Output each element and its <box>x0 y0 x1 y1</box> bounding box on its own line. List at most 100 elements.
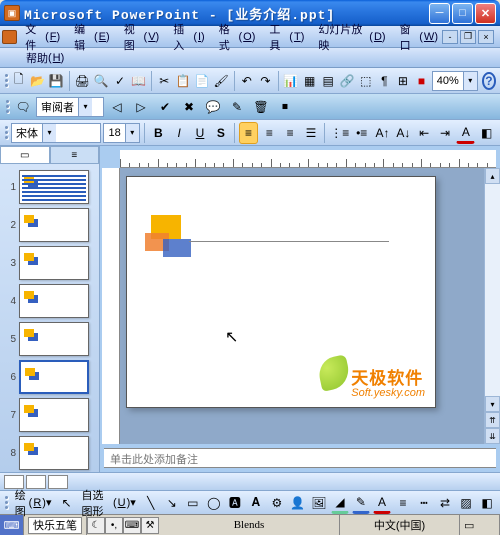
autoshapes-menu[interactable]: 自选图形(U)▾ <box>78 486 138 520</box>
scroll-up-button[interactable]: ▴ <box>485 168 500 184</box>
thumbnail-row[interactable]: 2 <box>4 208 95 242</box>
distributed-button[interactable]: ☰ <box>302 122 321 144</box>
line-color-tool[interactable]: ✎ <box>352 492 370 514</box>
thumbnail-row[interactable]: 1 <box>4 170 95 204</box>
tab-outline[interactable]: ≡ <box>50 146 100 163</box>
help-icon[interactable]: ? <box>482 72 496 90</box>
redo-button[interactable]: ↷ <box>257 70 274 92</box>
spellcheck-button[interactable]: ✓ <box>112 70 129 92</box>
delete-comment-button[interactable]: 🗑 <box>250 96 272 118</box>
decrease-indent-button[interactable]: ⇤ <box>415 122 434 144</box>
menu-slideshow[interactable]: 幻灯片放映(D) <box>314 19 389 55</box>
research-button[interactable]: 📖 <box>130 70 147 92</box>
thumbnail-row[interactable]: 6 <box>4 360 95 394</box>
edit-comment-button[interactable]: ✎ <box>226 96 248 118</box>
show-formatting-button[interactable]: ¶ <box>376 70 393 92</box>
diagram-tool[interactable]: ⚙ <box>268 492 286 514</box>
toolbar-grip[interactable] <box>4 70 8 92</box>
color-button[interactable]: ■ <box>413 70 430 92</box>
ime-punct-icon[interactable]: •, <box>105 517 123 534</box>
ime-name[interactable]: 快乐五笔 <box>28 517 82 534</box>
copy-button[interactable]: 📋 <box>175 70 192 92</box>
shadow-button[interactable]: S <box>211 122 230 144</box>
dash-style-tool[interactable]: ┅ <box>415 492 433 514</box>
thumbnail[interactable] <box>19 436 89 470</box>
menu-format[interactable]: 格式(O) <box>215 19 260 55</box>
wordart-tool[interactable]: 𝐀 <box>247 492 265 514</box>
align-right-button[interactable]: ≡ <box>281 122 300 144</box>
thumbnail[interactable] <box>19 284 89 318</box>
font-size-combo[interactable]: 18▾ <box>103 123 140 143</box>
cut-button[interactable]: ✂ <box>156 70 173 92</box>
tab-slides[interactable]: ▭ <box>0 146 50 163</box>
thumbnail-row[interactable]: 5 <box>4 322 95 356</box>
close-button[interactable]: ✕ <box>475 3 496 24</box>
thumbnail-row[interactable]: 4 <box>4 284 95 318</box>
print-preview-button[interactable]: 🔍 <box>93 70 110 92</box>
document-icon[interactable] <box>2 30 17 44</box>
format-painter-button[interactable]: 🖌 <box>213 70 230 92</box>
decrease-font-button[interactable]: A↓ <box>394 122 413 144</box>
notes-pane[interactable]: 单击此处添加备注 <box>104 448 496 468</box>
scroll-down-button[interactable]: ▾ <box>485 396 500 412</box>
reject-button[interactable]: ✖ <box>178 96 200 118</box>
save-button[interactable]: 💾 <box>48 70 65 92</box>
arrow-style-tool[interactable]: ⇄ <box>436 492 454 514</box>
reviewers-combo[interactable]: 审阅者▾ <box>36 97 104 117</box>
slide-area[interactable]: ↖ 天极软件 Soft.yesky.com <box>120 168 484 444</box>
horizontal-ruler[interactable] <box>120 150 496 168</box>
menu-edit[interactable]: 编辑(E) <box>70 19 114 55</box>
new-button[interactable]: 🗋 <box>10 70 27 92</box>
next-slide-button[interactable]: ⇊ <box>485 428 500 444</box>
thumbnail-row[interactable]: 8 <box>4 436 95 470</box>
font-color-tool[interactable]: A <box>373 492 391 514</box>
thumbnail[interactable] <box>19 398 89 432</box>
underline-button[interactable]: U <box>191 122 210 144</box>
prev-slide-button[interactable]: ⇈ <box>485 412 500 428</box>
menu-view[interactable]: 视图(V) <box>120 19 164 55</box>
expand-button[interactable]: ⬚ <box>357 70 374 92</box>
vertical-scrollbar[interactable]: ▴ ▾ ⇈ ⇊ <box>484 168 500 444</box>
ime-settings-icon[interactable]: ⚒ <box>141 517 159 534</box>
shadow-tool[interactable]: ▨ <box>457 492 475 514</box>
line-tool[interactable]: ╲ <box>142 492 160 514</box>
align-center-button[interactable]: ≡ <box>260 122 279 144</box>
show-markup-button[interactable]: 🗨 <box>12 96 34 118</box>
font-name-combo[interactable]: 宋体▾ <box>11 123 101 143</box>
thumbnail-row[interactable]: 7 <box>4 398 95 432</box>
arrow-tool[interactable]: ↘ <box>163 492 181 514</box>
doc-minimize-button[interactable]: - <box>442 30 458 44</box>
bullets-button[interactable]: •≡ <box>352 122 371 144</box>
textbox-tool[interactable]: 🅰 <box>226 492 244 514</box>
rectangle-tool[interactable]: ▭ <box>184 492 202 514</box>
align-left-button[interactable]: ≡ <box>239 122 258 144</box>
picture-tool[interactable]: 🖼 <box>310 492 328 514</box>
undo-button[interactable]: ↶ <box>239 70 256 92</box>
thumbnail[interactable] <box>19 246 89 280</box>
toolbar-grip[interactable] <box>4 492 9 514</box>
3d-tool[interactable]: ◧ <box>478 492 496 514</box>
slide-canvas[interactable]: ↖ 天极软件 Soft.yesky.com <box>126 176 436 408</box>
toolbar-grip[interactable] <box>4 96 10 118</box>
paste-button[interactable]: 📄 <box>194 70 211 92</box>
thumbnail[interactable] <box>19 360 89 394</box>
accept-button[interactable]: ✔ <box>154 96 176 118</box>
design-button[interactable]: ◧ <box>477 122 496 144</box>
menu-insert[interactable]: 插入(I) <box>169 19 209 55</box>
zoom-combo[interactable]: 40%▾ <box>432 71 478 91</box>
next-comment-button[interactable]: ▷ <box>130 96 152 118</box>
table-button[interactable]: ▦ <box>301 70 318 92</box>
thumbnail[interactable] <box>19 322 89 356</box>
chart-button[interactable]: 📊 <box>282 70 299 92</box>
increase-font-button[interactable]: A↑ <box>373 122 392 144</box>
vertical-ruler[interactable] <box>102 168 120 444</box>
menu-tools[interactable]: 工具(T) <box>265 19 308 55</box>
hyperlink-button[interactable]: 🔗 <box>339 70 356 92</box>
thumbnail[interactable] <box>19 208 89 242</box>
prev-comment-button[interactable]: ◁ <box>106 96 128 118</box>
menu-window[interactable]: 窗口(W) <box>396 19 442 55</box>
clipart-tool[interactable]: 👤 <box>289 492 307 514</box>
end-review-button[interactable]: ⏹ <box>274 96 296 118</box>
select-tool[interactable]: ↖ <box>57 492 75 514</box>
open-button[interactable]: 📂 <box>29 70 46 92</box>
